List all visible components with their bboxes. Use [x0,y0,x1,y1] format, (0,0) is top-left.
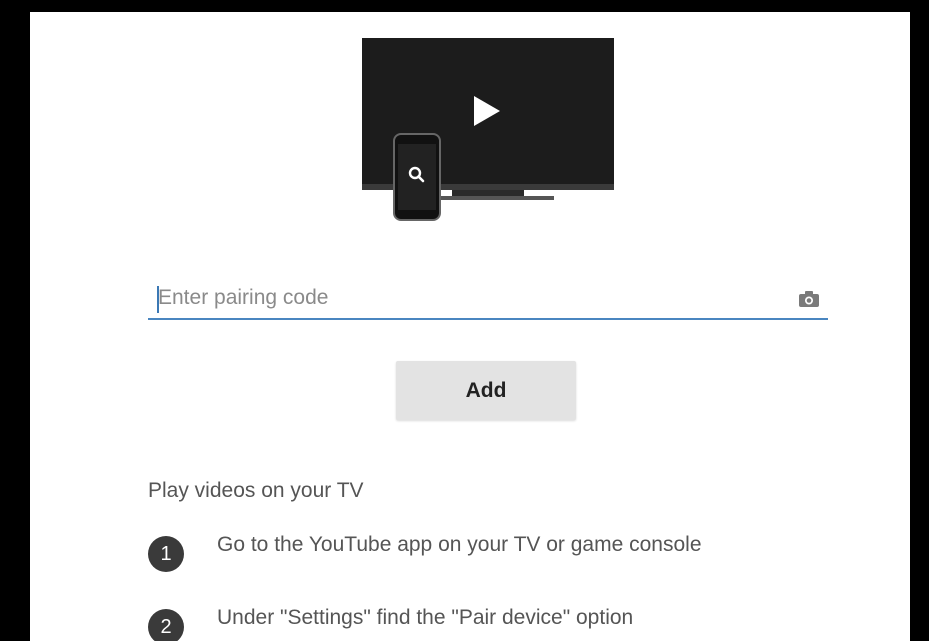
camera-icon [799,291,819,307]
instructions-title: Play videos on your TV [148,479,364,502]
phone-icon [393,133,441,221]
step-text: Under "Settings" find the "Pair device" … [217,606,634,629]
tv-with-phone-icon [362,38,614,221]
camera-button[interactable] [796,286,822,312]
text-caret [157,286,159,313]
step-text: Go to the YouTube app on your TV or game… [217,533,702,556]
step-number-badge: 2 [148,609,184,641]
add-button[interactable]: Add [396,361,576,420]
input-underline [148,318,828,320]
app-window: Add Play videos on your TV 1 Go to the Y… [0,0,929,641]
pairing-code-input[interactable] [148,278,768,318]
pairing-panel: Add Play videos on your TV 1 Go to the Y… [30,12,910,641]
pairing-code-field [148,278,828,322]
step-number-badge: 1 [148,536,184,572]
